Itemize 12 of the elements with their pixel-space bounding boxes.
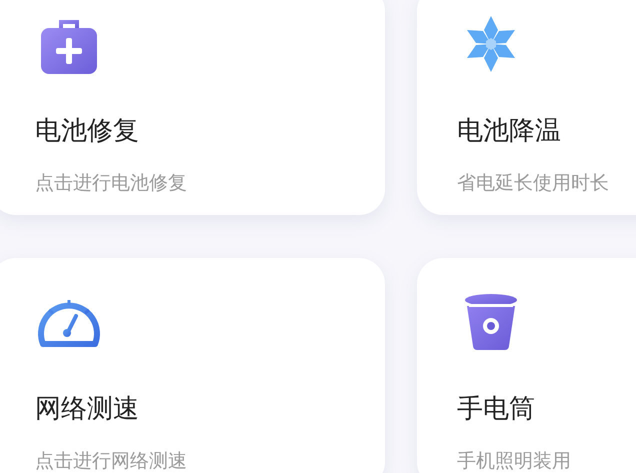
card-title: 网络测速 [35, 394, 139, 426]
feature-card[interactable]: 电池修复 点击进行电池修复 [0, 0, 385, 215]
feature-card[interactable]: 电池降温 省电延长使用时长 [417, 0, 636, 215]
feature-card[interactable]: 网络测速 点击进行网络测速 [0, 258, 385, 473]
feature-card[interactable]: 手电筒 手机照明装用 [417, 258, 636, 473]
card-subtitle: 点击进行电池修复 [35, 171, 187, 196]
card-subtitle: 点击进行网络测速 [35, 449, 187, 473]
card-subtitle: 省电延长使用时长 [457, 171, 609, 196]
card-title: 手电筒 [457, 394, 535, 426]
card-subtitle: 手机照明装用 [457, 449, 571, 473]
card-title: 电池降温 [457, 116, 561, 148]
card-title: 电池修复 [35, 116, 139, 148]
